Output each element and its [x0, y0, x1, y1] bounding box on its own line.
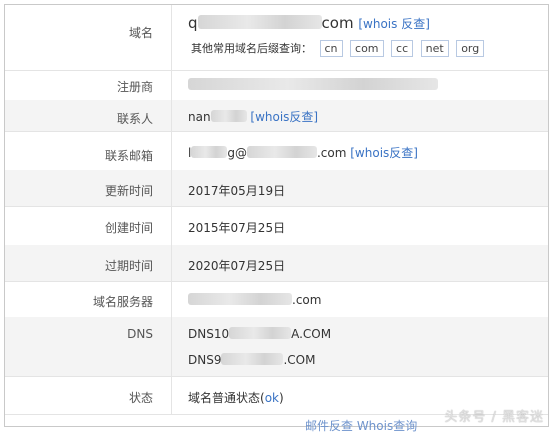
updated-value: 2017年05月19日 — [188, 184, 286, 198]
redacted-registrar — [188, 78, 438, 90]
created-value: 2015年07月25日 — [188, 221, 286, 235]
watermark: 头条号 / 黑客迷 — [444, 410, 544, 425]
suffix-tag-org[interactable]: org — [456, 40, 485, 57]
redacted-nameserver — [188, 293, 292, 305]
label-nameserver: 域名服务器 — [92, 295, 153, 309]
suffix-query: 其他常用域名后缀查询： cn com cc net org — [191, 40, 485, 57]
domain-whois-link[interactable]: [whois 反查] — [358, 17, 430, 31]
row-dns: DNS DNS10 A.COM DNS9 .COM — [5, 317, 548, 377]
suffix-tag-cc[interactable]: cc — [391, 40, 414, 57]
row-nameserver: 域名服务器 .com — [5, 281, 548, 318]
label-updated: 更新时间 — [104, 184, 153, 198]
bottom-whois-link[interactable]: 邮件反查 Whois查询 — [305, 417, 417, 434]
suffix-tag-cn[interactable]: cn — [319, 40, 343, 57]
email-whois-link[interactable]: [whois反查] — [350, 146, 418, 160]
redacted-email-host — [246, 146, 317, 158]
dns-value-2: DNS9 .COM — [188, 353, 316, 367]
label-email: 联系邮箱 — [104, 149, 153, 163]
expires-value: 2020年07月25日 — [188, 259, 286, 273]
domain-value: q com [whois 反查] — [188, 14, 430, 32]
status-ok-link[interactable]: ok — [265, 391, 279, 405]
label-expires: 过期时间 — [104, 259, 153, 273]
contact-value: nan [whois反查] — [188, 110, 319, 124]
status-value: 域名普通状态(ok) — [188, 391, 284, 405]
redacted-email-user — [191, 146, 228, 158]
label-status: 状态 — [128, 391, 153, 405]
label-dns: DNS — [127, 327, 153, 341]
dns-value-1: DNS10 A.COM — [188, 327, 332, 341]
redacted-contact — [210, 110, 247, 122]
label-contact: 联系人 — [116, 112, 153, 126]
whois-table: 域名 q com [whois 反查] 其他常用域名后缀查询： cn com cc… — [4, 4, 549, 427]
redacted-dns-2 — [221, 353, 284, 365]
row-updated: 更新时间 2017年05月19日 — [5, 170, 548, 207]
suffix-tag-net[interactable]: net — [420, 40, 449, 57]
row-domain: 域名 q com [whois 反查] 其他常用域名后缀查询： cn com cc… — [5, 5, 548, 71]
row-contact: 联系人 nan [whois反查] — [5, 100, 548, 132]
suffix-tag-com[interactable]: com — [350, 40, 384, 57]
nameserver-value: .com — [188, 293, 542, 307]
row-expires: 过期时间 2020年07月25日 — [5, 245, 548, 282]
row-registrar: 注册商 — [5, 70, 548, 101]
redacted-dns-1 — [229, 327, 292, 339]
email-value: l g@ .com [whois反查] — [188, 146, 418, 160]
suffix-query-label: 其他常用域名后缀查询： — [191, 42, 312, 55]
row-email: 联系邮箱 l g@ .com [whois反查] — [5, 131, 548, 171]
contact-whois-link[interactable]: [whois反查] — [250, 110, 318, 124]
row-created: 创建时间 2015年07月25日 — [5, 206, 548, 246]
redacted-domain — [197, 15, 322, 29]
label-domain: 域名 — [128, 26, 153, 40]
label-registrar: 注册商 — [116, 80, 153, 94]
label-created: 创建时间 — [104, 221, 153, 235]
